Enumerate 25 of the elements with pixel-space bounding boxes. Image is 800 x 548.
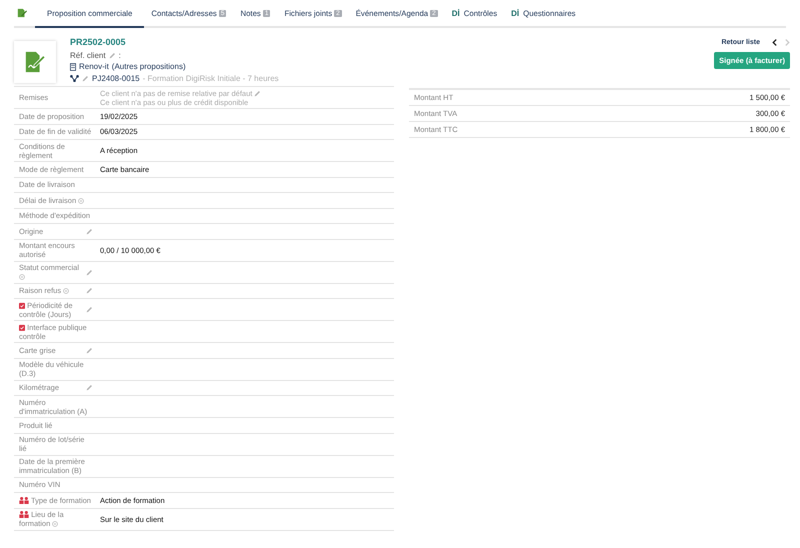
- project-title: - Formation DigiRisk Initiale - 7 heures: [142, 74, 279, 83]
- clipboard-icon: [19, 324, 25, 330]
- project-link[interactable]: PJ2408-0015: [92, 74, 140, 83]
- people-icon: [19, 496, 29, 504]
- clipboard-icon: [19, 302, 25, 308]
- project-icon: [70, 74, 79, 82]
- pencil-icon[interactable]: [82, 74, 89, 82]
- pencil-icon[interactable]: [86, 228, 93, 235]
- thirdparty-link[interactable]: Renov-it: [79, 62, 109, 72]
- other-proposals-link[interactable]: (Autres propositions): [112, 62, 186, 72]
- pencil-icon[interactable]: [86, 287, 93, 294]
- pencil-icon[interactable]: [86, 346, 93, 354]
- building-icon: [70, 62, 76, 71]
- previous-icon[interactable]: [772, 39, 777, 46]
- di-logo: Dİ: [452, 8, 460, 18]
- pencil-icon[interactable]: [86, 268, 93, 276]
- di-logo: Dİ: [511, 8, 520, 18]
- pencil-icon[interactable]: [86, 306, 93, 313]
- proposal-ref: PR2502-0005: [70, 37, 127, 47]
- people-icon: [19, 511, 29, 518]
- pencil-icon[interactable]: [254, 90, 262, 96]
- pencil-icon[interactable]: [86, 384, 93, 392]
- pencil-icon[interactable]: [108, 52, 116, 59]
- separator: :: [118, 50, 121, 60]
- ref-client-label: Réf. client: [70, 50, 106, 60]
